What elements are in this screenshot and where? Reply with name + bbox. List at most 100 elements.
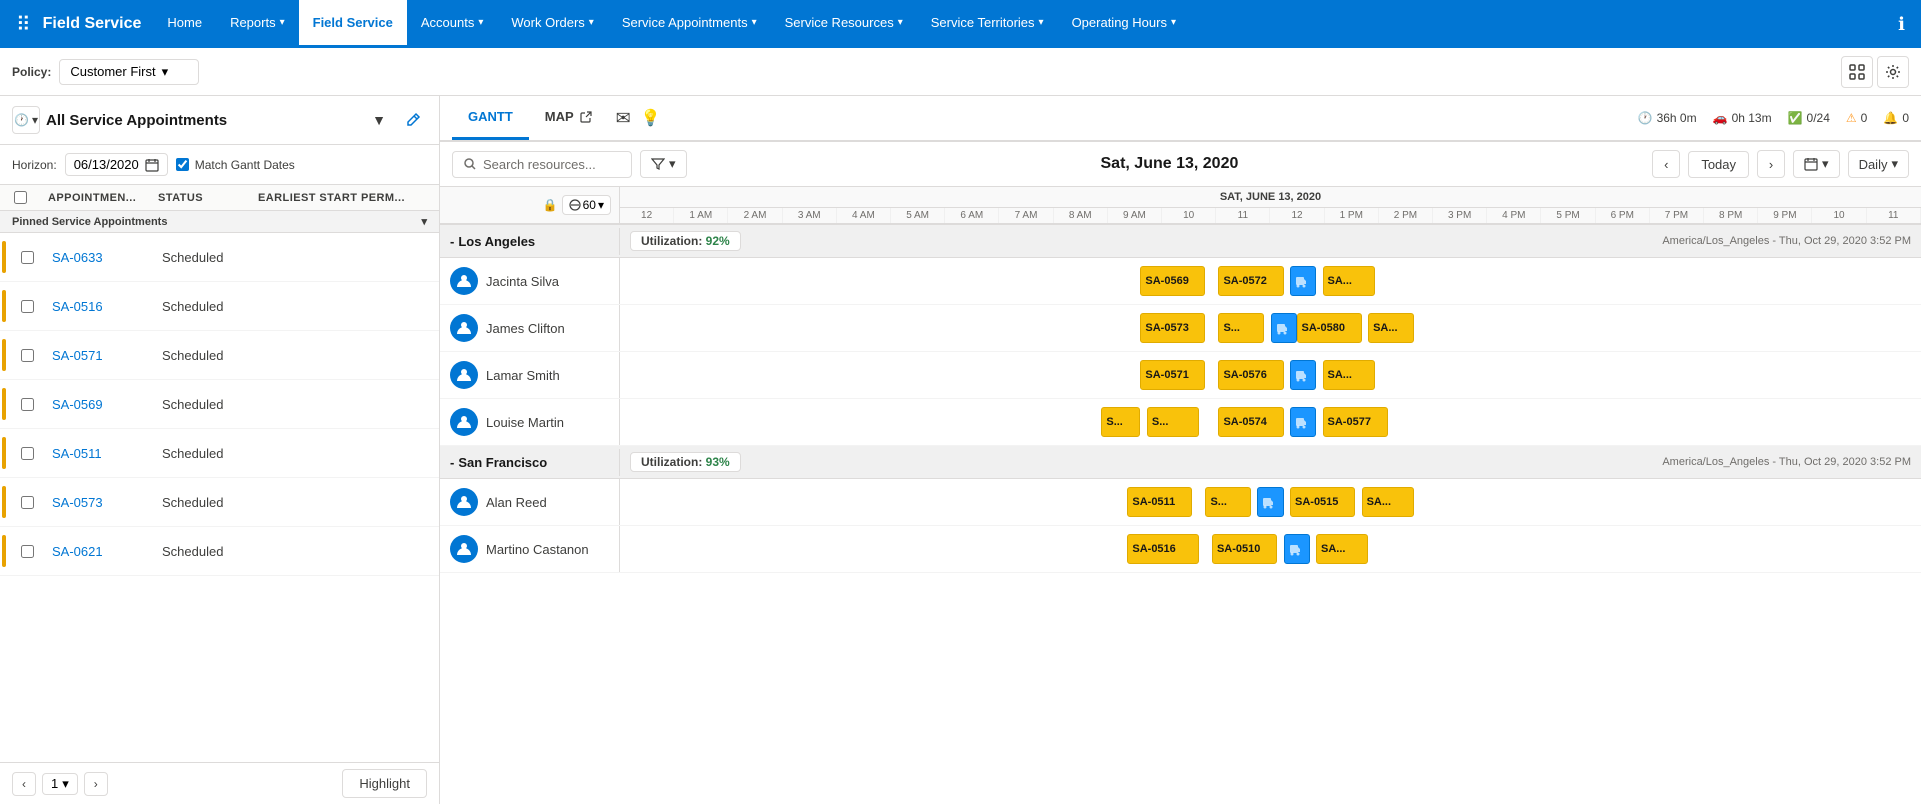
schedule-view-toggle[interactable]: 🕐 ▾ [12, 106, 40, 134]
gantt-appointment-bar[interactable]: SA... [1323, 266, 1375, 296]
gantt-appointment-bar[interactable] [1284, 534, 1310, 564]
nav-item-home[interactable]: Home [153, 0, 216, 48]
group-header-chevron-icon: ▾ [421, 215, 427, 228]
table-row[interactable]: SA-0573 Scheduled [0, 478, 439, 527]
time-slot: 7 PM [1650, 208, 1704, 223]
app-launcher-icon[interactable]: ⠿ [8, 12, 39, 37]
nav-item-reports[interactable]: Reports ▾ [216, 0, 299, 48]
interval-select[interactable]: 60 ▾ [562, 195, 611, 215]
table-row[interactable]: SA-0511 Scheduled [0, 429, 439, 478]
table-row[interactable]: SA-0516 Scheduled [0, 282, 439, 331]
row-checkbox[interactable] [21, 300, 34, 313]
gantt-appointment-bar[interactable]: SA-0571 [1140, 360, 1205, 390]
nav-item-field-service[interactable]: Field Service [299, 0, 407, 48]
gantt-appointment-bar[interactable]: SA-0572 [1218, 266, 1283, 296]
today-button[interactable]: Today [1688, 151, 1749, 178]
gantt-appointment-bar[interactable]: SA-0577 [1323, 407, 1388, 437]
row-checkbox[interactable] [21, 447, 34, 460]
select-all-checkbox[interactable] [14, 191, 27, 204]
td-appointment[interactable]: SA-0516 [44, 299, 154, 314]
policy-select[interactable]: Customer First ▾ [59, 59, 199, 85]
gantt-appointment-bar[interactable]: SA-0580 [1297, 313, 1362, 343]
gantt-appointment-bar[interactable]: S... [1205, 487, 1251, 517]
prev-page-button[interactable]: ‹ [12, 772, 36, 796]
td-appointment[interactable]: SA-0571 [44, 348, 154, 363]
gantt-appointment-bar[interactable]: SA-0515 [1290, 487, 1355, 517]
horizon-label: Horizon: [12, 158, 57, 172]
gantt-appointment-bar[interactable]: SA-0516 [1127, 534, 1199, 564]
gantt-appointment-bar[interactable]: SA... [1368, 313, 1414, 343]
tab-gantt[interactable]: GANTT [452, 96, 529, 140]
gantt-appointment-bar[interactable] [1290, 407, 1316, 437]
edit-icon-button[interactable] [399, 106, 427, 134]
td-status: Scheduled [154, 299, 254, 314]
prev-date-button[interactable]: ‹ [1652, 150, 1680, 178]
highlight-button[interactable]: Highlight [342, 769, 427, 798]
tab-map[interactable]: MAP [529, 96, 608, 140]
lightbulb-icon-button[interactable]: 💡 [641, 108, 661, 128]
table-row[interactable]: SA-0569 Scheduled [0, 380, 439, 429]
nav-item-work-orders[interactable]: Work Orders ▾ [497, 0, 607, 48]
info-icon[interactable]: ℹ [1890, 14, 1913, 35]
gantt-appointment-bar[interactable]: SA... [1316, 534, 1368, 564]
match-gantt-checkbox-label[interactable]: Match Gantt Dates [176, 158, 295, 172]
gantt-appointment-bar[interactable]: SA-0511 [1127, 487, 1192, 517]
row-checkbox[interactable] [21, 398, 34, 411]
td-appointment[interactable]: SA-0573 [44, 495, 154, 510]
gantt-appointment-bar[interactable] [1290, 360, 1316, 390]
settings-icon-button[interactable] [1877, 56, 1909, 88]
row-checkbox[interactable] [21, 496, 34, 509]
gantt-appointment-bar[interactable]: SA-0510 [1212, 534, 1277, 564]
table-row[interactable]: SA-0633 Scheduled [0, 233, 439, 282]
match-gantt-checkbox[interactable] [176, 158, 189, 171]
gantt-appointment-bar[interactable] [1290, 266, 1316, 296]
territory-collapse-icon[interactable]: - [450, 234, 454, 249]
gantt-resource-header: 🔒 60 ▾ [440, 187, 620, 223]
search-resources-input[interactable]: Search resources... [452, 151, 632, 178]
td-appointment[interactable]: SA-0569 [44, 397, 154, 412]
no-entry-icon [569, 199, 581, 211]
mail-icon-button[interactable]: ✉ [616, 108, 631, 129]
gantt-appointment-bar[interactable]: SA... [1362, 487, 1414, 517]
scan-icon-button[interactable] [1841, 56, 1873, 88]
gantt-filter-button[interactable]: ▾ [640, 150, 687, 178]
next-date-button[interactable]: › [1757, 150, 1785, 178]
gantt-appointment-bar[interactable] [1257, 487, 1283, 517]
table-row[interactable]: SA-0571 Scheduled [0, 331, 439, 380]
horizon-date-input[interactable]: 06/13/2020 [65, 153, 168, 176]
gantt-appointment-bar[interactable]: SA... [1323, 360, 1375, 390]
gantt-appointment-bar[interactable]: S... [1218, 313, 1264, 343]
calendar-view-select[interactable]: ▾ [1793, 150, 1840, 178]
nav-item-service-resources[interactable]: Service Resources ▾ [771, 0, 917, 48]
gantt-appointment-bar[interactable]: S... [1101, 407, 1140, 437]
territory-name-la: Los Angeles [458, 234, 535, 249]
gantt-appointment-bar[interactable]: SA-0576 [1218, 360, 1283, 390]
gantt-appointment-bar[interactable]: SA-0569 [1140, 266, 1205, 296]
gantt-container[interactable]: 🔒 60 ▾ SAT, JUNE 1 [440, 187, 1921, 804]
gantt-appointment-bar[interactable] [1271, 313, 1297, 343]
gantt-appointment-bar[interactable]: SA-0573 [1140, 313, 1205, 343]
row-checkbox[interactable] [21, 545, 34, 558]
territory-collapse-icon[interactable]: - [450, 455, 454, 470]
nav-item-accounts[interactable]: Accounts ▾ [407, 0, 498, 48]
nav-item-service-territories[interactable]: Service Territories ▾ [917, 0, 1058, 48]
resource-row-james: James Clifton SA-0573 S... [440, 305, 1921, 352]
row-checkbox[interactable] [21, 349, 34, 362]
td-appointment[interactable]: SA-0633 [44, 250, 154, 265]
td-appointment[interactable]: SA-0621 [44, 544, 154, 559]
page-select[interactable]: 1 ▾ [42, 773, 78, 795]
utilization-badge-sf: Utilization: 93% [630, 452, 741, 472]
next-page-button[interactable]: › [84, 772, 108, 796]
filter-icon-button[interactable]: ▼ [365, 106, 393, 134]
chevron-down-icon: ▾ [752, 17, 757, 28]
nav-item-operating-hours[interactable]: Operating Hours ▾ [1058, 0, 1190, 48]
td-appointment[interactable]: SA-0511 [44, 446, 154, 461]
view-type-select[interactable]: Daily ▾ [1848, 150, 1909, 178]
gantt-appointment-bar[interactable]: SA-0574 [1218, 407, 1283, 437]
table-row[interactable]: SA-0621 Scheduled [0, 527, 439, 576]
row-checkbox[interactable] [21, 251, 34, 264]
truck-icon [1295, 415, 1307, 429]
gantt-appointment-bar[interactable]: S... [1147, 407, 1199, 437]
nav-item-service-appointments[interactable]: Service Appointments ▾ [608, 0, 771, 48]
time-slot: 5 PM [1541, 208, 1595, 223]
